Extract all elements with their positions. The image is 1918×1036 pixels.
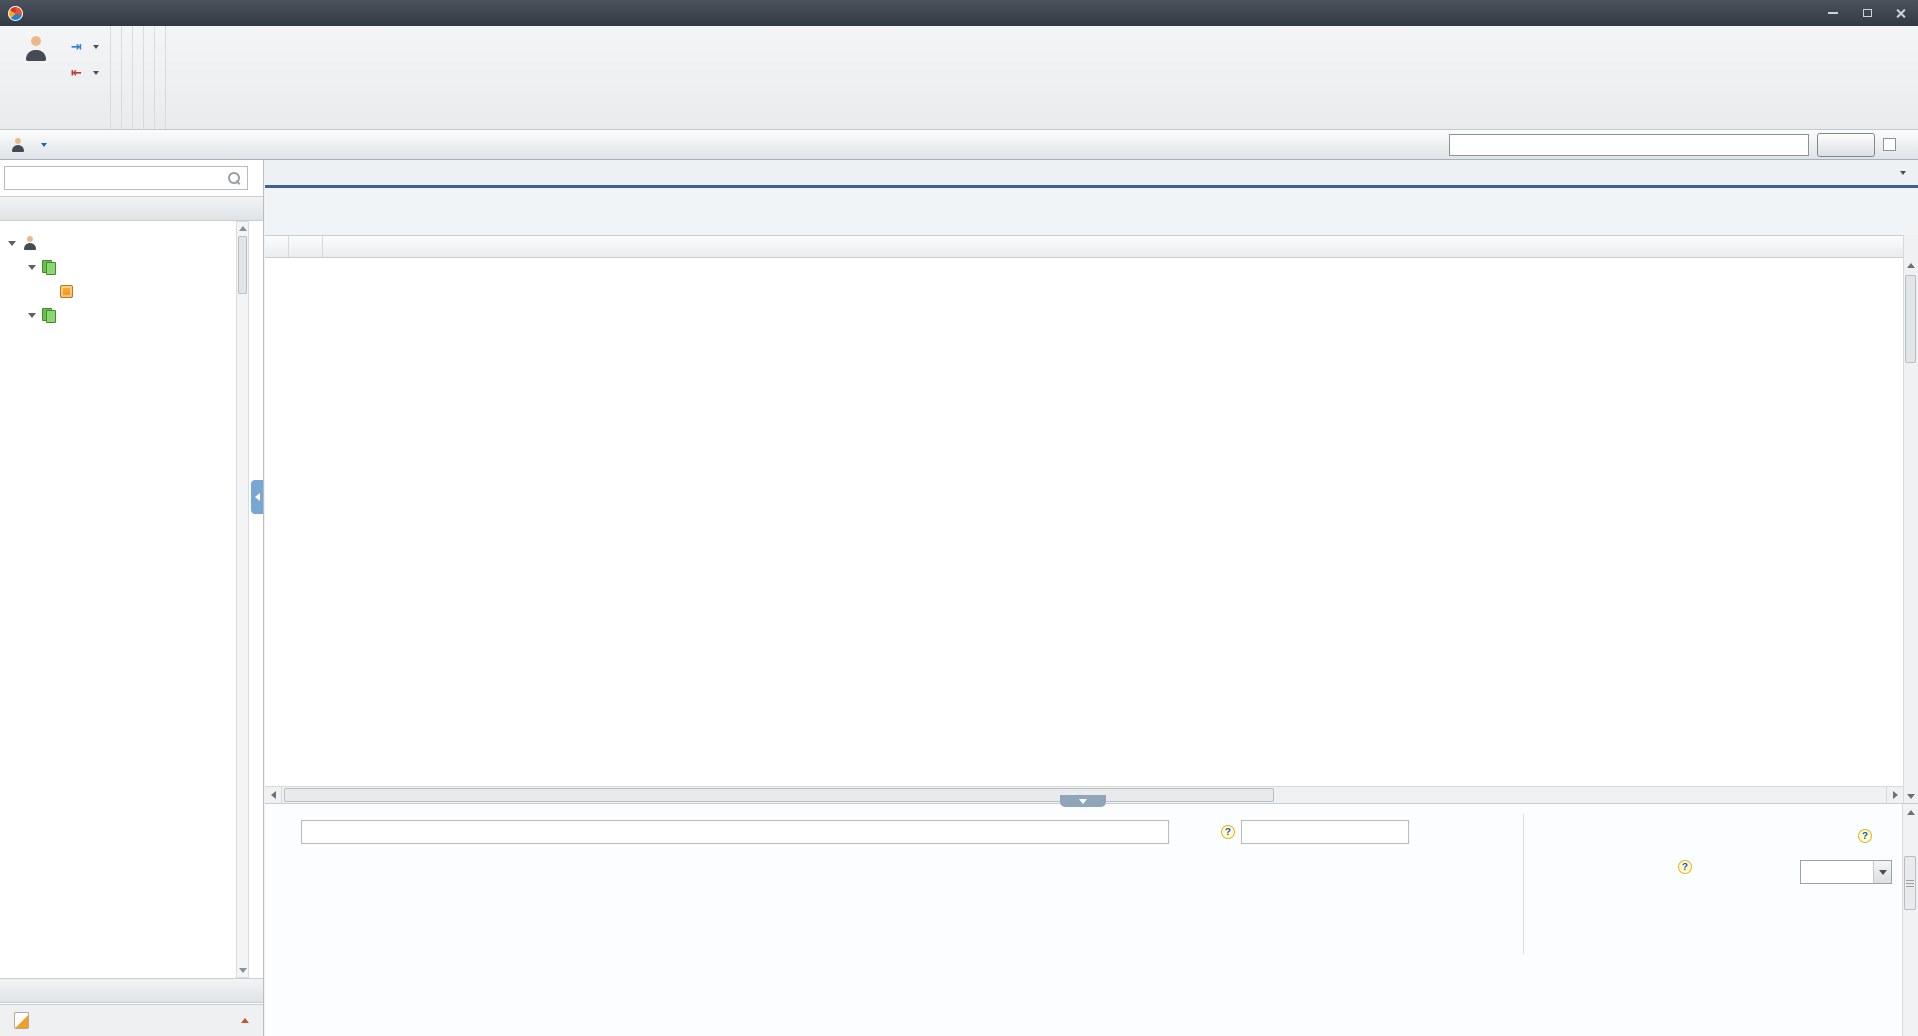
maximize-button[interactable]	[1850, 0, 1884, 26]
minimize-button[interactable]	[1816, 0, 1850, 26]
chevron-down-icon	[1900, 170, 1906, 175]
tree-expand-icon[interactable]	[28, 312, 36, 318]
account-tree	[0, 221, 235, 978]
avatar	[10, 137, 26, 153]
ribbon-group-updown	[111, 26, 122, 129]
tree-expand-icon[interactable]	[8, 240, 16, 246]
chevron-down-icon[interactable]	[1873, 861, 1891, 883]
help-icon[interactable]	[1678, 860, 1692, 874]
scrollbar-thumb[interactable]	[1904, 856, 1916, 910]
sidebar	[0, 160, 264, 1036]
app-logo-icon	[8, 5, 23, 21]
avatar	[22, 235, 38, 251]
scrollbar-thumb[interactable]	[284, 788, 1274, 802]
download-view-data-link[interactable]	[1895, 160, 1918, 185]
sidebar-header-accounts	[0, 196, 263, 221]
close-icon	[1896, 8, 1906, 18]
breadcrumb	[0, 130, 1918, 160]
help-icon[interactable]	[1858, 829, 1872, 843]
template-icon	[14, 1012, 29, 1029]
tree-plan-row[interactable]	[0, 255, 235, 279]
panel-collapse-button[interactable]	[1060, 795, 1106, 807]
tree-plan-row[interactable]	[0, 303, 235, 327]
sidebar-header-tools[interactable]	[0, 978, 263, 1003]
scroll-left-button[interactable]	[265, 787, 282, 803]
ribbon-group-report	[133, 26, 144, 129]
scroll-left-icon	[270, 791, 276, 799]
scrollbar-thumb[interactable]	[1905, 275, 1916, 363]
scroll-right-icon	[1892, 791, 1898, 799]
chevron-down-icon	[92, 45, 99, 49]
header-select-column	[289, 236, 323, 257]
unit-icon	[60, 284, 73, 298]
sidebar-scrollbar[interactable]	[236, 221, 249, 978]
tree-account-row[interactable]	[0, 231, 235, 255]
export-button[interactable]: ⇤	[71, 65, 99, 81]
tree-expand-icon[interactable]	[28, 264, 36, 270]
scroll-down-icon[interactable]	[239, 968, 247, 973]
sidebar-collapse-handle[interactable]	[251, 480, 263, 514]
grip-icon	[1906, 879, 1914, 887]
chevron-down-icon[interactable]	[41, 142, 47, 147]
sidebar-search-box[interactable]	[4, 166, 248, 190]
sidebar-search-input[interactable]	[10, 170, 227, 186]
plan-icon	[42, 260, 56, 275]
plan-icon	[42, 308, 56, 323]
open-button[interactable]	[7, 29, 65, 67]
ribbon-group-account: ⇥ ⇤	[2, 26, 111, 129]
global-search-input[interactable]	[1449, 133, 1809, 156]
main-content	[265, 160, 1918, 803]
keyword-edit-panel	[265, 803, 1918, 1036]
onoff-select[interactable]	[1800, 860, 1892, 884]
chevron-down-icon	[92, 71, 99, 75]
ribbon-group-help	[166, 26, 176, 129]
scrollbar-thumb[interactable]	[238, 236, 247, 294]
scroll-down-icon[interactable]	[1907, 794, 1915, 799]
keyword-info-panel	[265, 804, 1918, 1036]
minimize-icon	[1828, 12, 1838, 14]
export-icon: ⇤	[71, 65, 82, 80]
search-icon	[227, 171, 242, 186]
ribbon-toolbar: ⇥ ⇤	[0, 26, 1918, 130]
scroll-up-icon[interactable]	[239, 226, 247, 231]
title-bar	[0, 0, 1918, 26]
panel-scrollbar[interactable]	[1902, 804, 1918, 1036]
import-button[interactable]: ⇥	[71, 39, 99, 55]
ribbon-group-filter	[122, 26, 133, 129]
collapse-up-icon[interactable]	[241, 1018, 249, 1023]
vertical-scrollbar[interactable]	[1903, 235, 1918, 803]
header-add-column	[265, 236, 289, 257]
search-button[interactable]	[1817, 132, 1875, 157]
close-button[interactable]	[1884, 0, 1918, 26]
ribbon-group-keyword-planning	[155, 26, 166, 129]
filter-template-row[interactable]	[0, 1004, 263, 1036]
scroll-up-icon[interactable]	[1907, 810, 1915, 815]
maximize-icon	[1862, 9, 1872, 17]
app-window: ⇥ ⇤	[0, 0, 1918, 1036]
table-header	[265, 235, 1903, 258]
import-icon: ⇥	[71, 39, 82, 54]
action-toolbar	[265, 188, 1918, 235]
ribbon-group-conversion	[144, 26, 155, 129]
scroll-right-button[interactable]	[1886, 787, 1903, 803]
tab-bar	[265, 160, 1918, 188]
exact-search-checkbox[interactable]	[1883, 138, 1896, 151]
user-icon	[23, 36, 49, 61]
tree-unit-row[interactable]	[0, 279, 235, 303]
scroll-up-icon[interactable]	[1907, 263, 1915, 268]
